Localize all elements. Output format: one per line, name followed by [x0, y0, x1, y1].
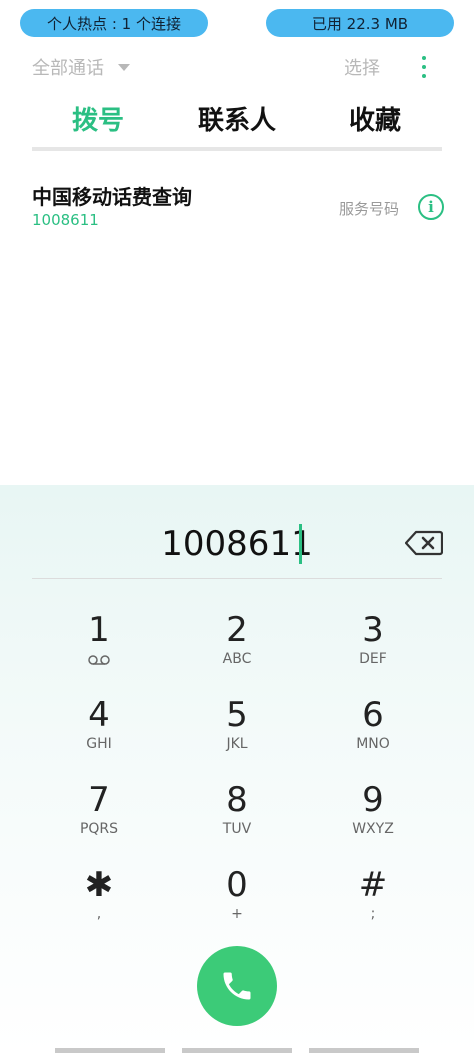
key-letters: MNO [356, 736, 390, 752]
key-digit: 1 [88, 610, 110, 650]
voicemail-icon [88, 655, 110, 665]
nav-bar-segment [182, 1048, 292, 1053]
tab-favorites[interactable]: 收藏 [349, 100, 401, 137]
call-filter-label: 全部通话 [32, 58, 104, 79]
data-usage-status[interactable]: 已用 22.3 MB [266, 9, 454, 37]
key-letters: ABC [222, 651, 252, 667]
phone-icon [223, 972, 251, 1000]
key-digit: 5 [226, 695, 248, 735]
dial-display[interactable]: 1008611 [0, 520, 474, 568]
key-star[interactable]: ✱ , [39, 865, 159, 939]
key-2[interactable]: 2 ABC [177, 610, 297, 684]
key-1[interactable]: 1 [39, 610, 159, 684]
contact-result-type: 服务号码 [339, 200, 400, 218]
key-digit: 9 [362, 780, 384, 820]
tab-bar: 拨号 联系人 收藏 [32, 100, 442, 140]
key-digit: 6 [362, 695, 384, 735]
key-8[interactable]: 8 TUV [177, 780, 297, 854]
key-letters: PQRS [79, 821, 119, 837]
key-letters: WXYZ [352, 821, 394, 837]
key-5[interactable]: 5 JKL [177, 695, 297, 769]
call-filter-dropdown[interactable]: 全部通话 [32, 54, 130, 80]
contact-result-row[interactable]: 中国移动话费查询 1008611 服务号码 i [32, 178, 446, 238]
key-letters: JKL [226, 736, 248, 752]
key-digit: 2 [226, 610, 248, 650]
key-letters: + [231, 906, 243, 922]
key-digit: # [358, 865, 388, 905]
nav-bar-segment [55, 1048, 165, 1053]
text-cursor [299, 524, 302, 564]
key-3[interactable]: 3 DEF [313, 610, 433, 684]
key-letters: ; [370, 906, 376, 922]
contact-result-name: 中国移动话费查询 [32, 185, 192, 209]
contact-result-number: 1008611 [32, 211, 99, 229]
tab-underline [32, 147, 442, 151]
key-7[interactable]: 7 PQRS [39, 780, 159, 854]
key-letters: , [96, 906, 102, 922]
caret-down-icon [118, 63, 130, 71]
key-digit: 0 [226, 865, 248, 905]
select-button[interactable]: 选择 [344, 54, 380, 80]
tab-contacts[interactable]: 联系人 [198, 100, 276, 137]
hotspot-status[interactable]: 个人热点 : 1 个连接 [20, 9, 208, 37]
tab-dial[interactable]: 拨号 [72, 100, 124, 137]
key-digit: ✱ [84, 865, 114, 905]
backspace-icon[interactable] [405, 530, 443, 556]
key-letters: TUV [222, 821, 252, 837]
key-4[interactable]: 4 GHI [39, 695, 159, 769]
dial-divider [32, 578, 442, 579]
key-0[interactable]: 0 + [177, 865, 297, 939]
key-hash[interactable]: # ; [313, 865, 433, 939]
key-letters: GHI [86, 736, 112, 752]
key-digit: 4 [88, 695, 110, 735]
key-letters: DEF [359, 651, 387, 667]
key-6[interactable]: 6 MNO [313, 695, 433, 769]
dial-input[interactable]: 1008611 [0, 524, 474, 564]
key-digit: 3 [362, 610, 384, 650]
header: 全部通话 选择 [0, 50, 474, 84]
info-icon[interactable]: i [418, 194, 444, 220]
call-button[interactable] [197, 946, 277, 1026]
key-digit: 8 [226, 780, 248, 820]
more-vertical-icon[interactable] [416, 54, 432, 80]
key-digit: 7 [88, 780, 110, 820]
key-9[interactable]: 9 WXYZ [313, 780, 433, 854]
nav-bar-segment [309, 1048, 419, 1053]
